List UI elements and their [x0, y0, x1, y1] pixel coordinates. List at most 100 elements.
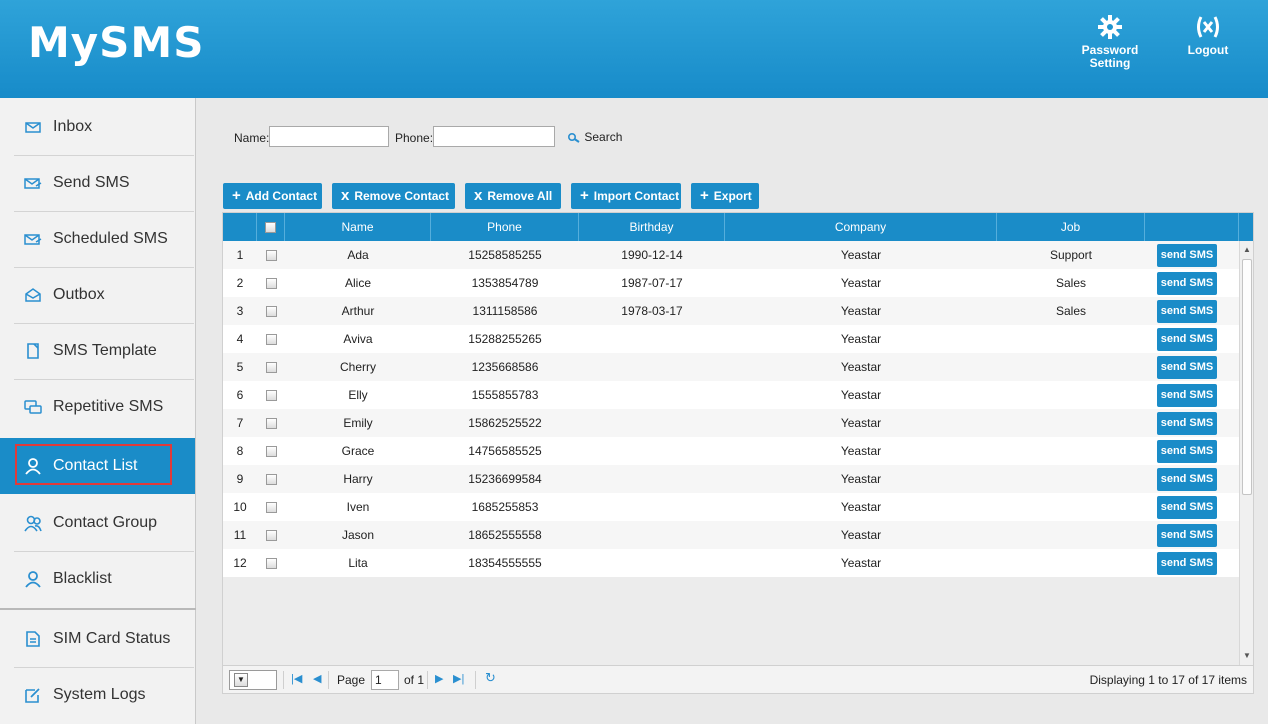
- cell-phone: 1685255853: [471, 500, 539, 514]
- row-checkbox[interactable]: [265, 306, 277, 318]
- row-checkbox[interactable]: [265, 390, 277, 402]
- cell-num: 4: [236, 332, 244, 346]
- sidebar-item-contact-group[interactable]: Contact Group: [0, 495, 195, 551]
- send-sms-button[interactable]: send SMS: [1157, 300, 1217, 323]
- send-sms-button[interactable]: send SMS: [1157, 468, 1217, 491]
- cell-name: Aviva: [343, 332, 373, 346]
- select-all-checkbox[interactable]: [265, 222, 276, 234]
- table-row[interactable]: 12 Lita 18354555555 Yeastar send SMS: [223, 549, 1239, 577]
- cell-name: Alice: [344, 276, 371, 290]
- cell-num: 6: [236, 388, 244, 402]
- remove-contact-button[interactable]: x Remove Contact: [332, 183, 455, 209]
- column-header-phone[interactable]: Phone: [431, 213, 579, 241]
- cell-job: [997, 325, 1145, 353]
- table-row[interactable]: 8 Grace 14756585525 Yeastar send SMS: [223, 437, 1239, 465]
- column-header-job[interactable]: Job: [997, 213, 1145, 241]
- sidebar-item-inbox[interactable]: Inbox: [0, 99, 195, 155]
- cell-birthday: 1978-03-17: [621, 304, 683, 318]
- repeat-chat-icon: [24, 400, 42, 414]
- column-header-company[interactable]: Company: [725, 213, 997, 241]
- send-sms-button[interactable]: send SMS: [1157, 412, 1217, 435]
- column-header-birthday[interactable]: Birthday: [579, 213, 725, 241]
- refresh-icon[interactable]: ↻: [485, 670, 496, 686]
- cell-num: 2: [236, 276, 244, 290]
- send-sms-button[interactable]: send SMS: [1157, 524, 1217, 547]
- table-row[interactable]: 7 Emily 15862525522 Yeastar send SMS: [223, 409, 1239, 437]
- plus-icon: +: [232, 187, 241, 204]
- next-page-icon[interactable]: ▶: [435, 672, 443, 685]
- cell-name: Grace: [341, 444, 375, 458]
- logout-button[interactable]: Logout: [1180, 14, 1236, 57]
- password-setting-button[interactable]: Password Setting: [1078, 14, 1142, 70]
- table-row[interactable]: 9 Harry 15236699584 Yeastar send SMS: [223, 465, 1239, 493]
- sidebar-item-label: Outbox: [53, 286, 105, 303]
- cell-name: Elly: [348, 388, 368, 402]
- send-sms-button[interactable]: send SMS: [1157, 384, 1217, 407]
- row-checkbox[interactable]: [265, 474, 277, 486]
- sidebar-item-scheduled-sms[interactable]: Scheduled SMS: [0, 211, 195, 267]
- table-row[interactable]: 4 Aviva 15288255265 Yeastar send SMS: [223, 325, 1239, 353]
- sidebar-item-label: Inbox: [53, 118, 93, 135]
- add-contact-button[interactable]: + Add Contact: [223, 183, 322, 209]
- table-row[interactable]: 5 Cherry 1235668586 Yeastar send SMS: [223, 353, 1239, 381]
- divider: [328, 671, 329, 689]
- send-sms-button[interactable]: send SMS: [1157, 328, 1217, 351]
- sidebar-item-repetitive-sms[interactable]: Repetitive SMS: [0, 379, 195, 435]
- row-select-cell: [257, 465, 285, 493]
- pagination-bar: 25 ▼ |◀ ◀ Page 1 of 1 ▶ ▶| ↻ Displaying …: [223, 665, 1253, 693]
- sidebar-item-outbox[interactable]: Outbox: [0, 267, 195, 323]
- chevron-down-icon[interactable]: ▼: [234, 673, 248, 687]
- row-checkbox[interactable]: [265, 418, 277, 430]
- export-label: Export: [713, 189, 752, 203]
- send-sms-button[interactable]: send SMS: [1157, 440, 1217, 463]
- send-sms-button[interactable]: send SMS: [1157, 496, 1217, 519]
- sidebar-item-sms-template[interactable]: SMS Template: [0, 323, 195, 379]
- row-checkbox[interactable]: [265, 502, 277, 514]
- table-row[interactable]: 10 Iven 1685255853 Yeastar send SMS: [223, 493, 1239, 521]
- row-checkbox[interactable]: [265, 278, 277, 290]
- row-select-cell: [257, 549, 285, 577]
- first-page-icon[interactable]: |◀: [291, 672, 302, 685]
- name-input[interactable]: [269, 126, 389, 147]
- phone-input[interactable]: [433, 126, 555, 147]
- row-checkbox[interactable]: [265, 250, 277, 262]
- row-checkbox[interactable]: [265, 446, 277, 458]
- table-row[interactable]: 1 Ada 15258585255 1990-12-14 Yeastar Support s…: [223, 241, 1239, 269]
- prev-page-icon[interactable]: ◀: [313, 672, 321, 685]
- sidebar-item-send-sms[interactable]: Send SMS: [0, 155, 195, 211]
- cell-company: Yeastar: [840, 472, 882, 486]
- send-sms-button[interactable]: send SMS: [1157, 272, 1217, 295]
- scroll-up-icon[interactable]: ▲: [1243, 245, 1251, 254]
- scroll-thumb[interactable]: [1242, 259, 1252, 495]
- send-sms-button[interactable]: send SMS: [1157, 356, 1217, 379]
- page-number-input[interactable]: 1: [371, 670, 399, 690]
- send-sms-button[interactable]: send SMS: [1157, 244, 1217, 267]
- page-size-select[interactable]: 25 ▼: [229, 670, 277, 690]
- sidebar-item-contact-list[interactable]: Contact List: [0, 438, 195, 494]
- table-row[interactable]: 6 Elly 1555855783 Yeastar send SMS: [223, 381, 1239, 409]
- remove-all-button[interactable]: x Remove All: [465, 183, 561, 209]
- row-checkbox[interactable]: [265, 362, 277, 374]
- scroll-down-icon[interactable]: ▼: [1243, 651, 1251, 660]
- send-sms-button[interactable]: send SMS: [1157, 552, 1217, 575]
- import-contact-button[interactable]: + Import Contact: [571, 183, 681, 209]
- cell-birthday: 1990-12-14: [621, 248, 683, 262]
- table-row[interactable]: 11 Jason 18652555558 Yeastar send SMS: [223, 521, 1239, 549]
- cell-phone: 15288255265: [468, 332, 542, 346]
- column-header-name[interactable]: Name: [285, 213, 431, 241]
- row-select-cell: [257, 325, 285, 353]
- row-checkbox[interactable]: [265, 334, 277, 346]
- sidebar-item-label: Contact Group: [53, 514, 158, 531]
- export-button[interactable]: + Export: [691, 183, 759, 209]
- vertical-scrollbar[interactable]: ▲ ▼: [1239, 241, 1253, 665]
- sidebar-item-sim-card-status[interactable]: SIM Card Status: [0, 611, 195, 667]
- sidebar-item-system-logs[interactable]: System Logs: [0, 667, 195, 723]
- table-row[interactable]: 3 Arthur 1311158586 1978-03-17 Yeastar Sales s…: [223, 297, 1239, 325]
- last-page-icon[interactable]: ▶|: [453, 672, 464, 685]
- row-checkbox[interactable]: [265, 558, 277, 570]
- search-button[interactable]: Search: [567, 130, 622, 144]
- sidebar-item-blacklist[interactable]: Blacklist: [0, 551, 195, 607]
- edit-icon: [25, 688, 40, 703]
- row-checkbox[interactable]: [265, 530, 277, 542]
- table-row[interactable]: 2 Alice 1353854789 1987-07-17 Yeastar Sales se…: [223, 269, 1239, 297]
